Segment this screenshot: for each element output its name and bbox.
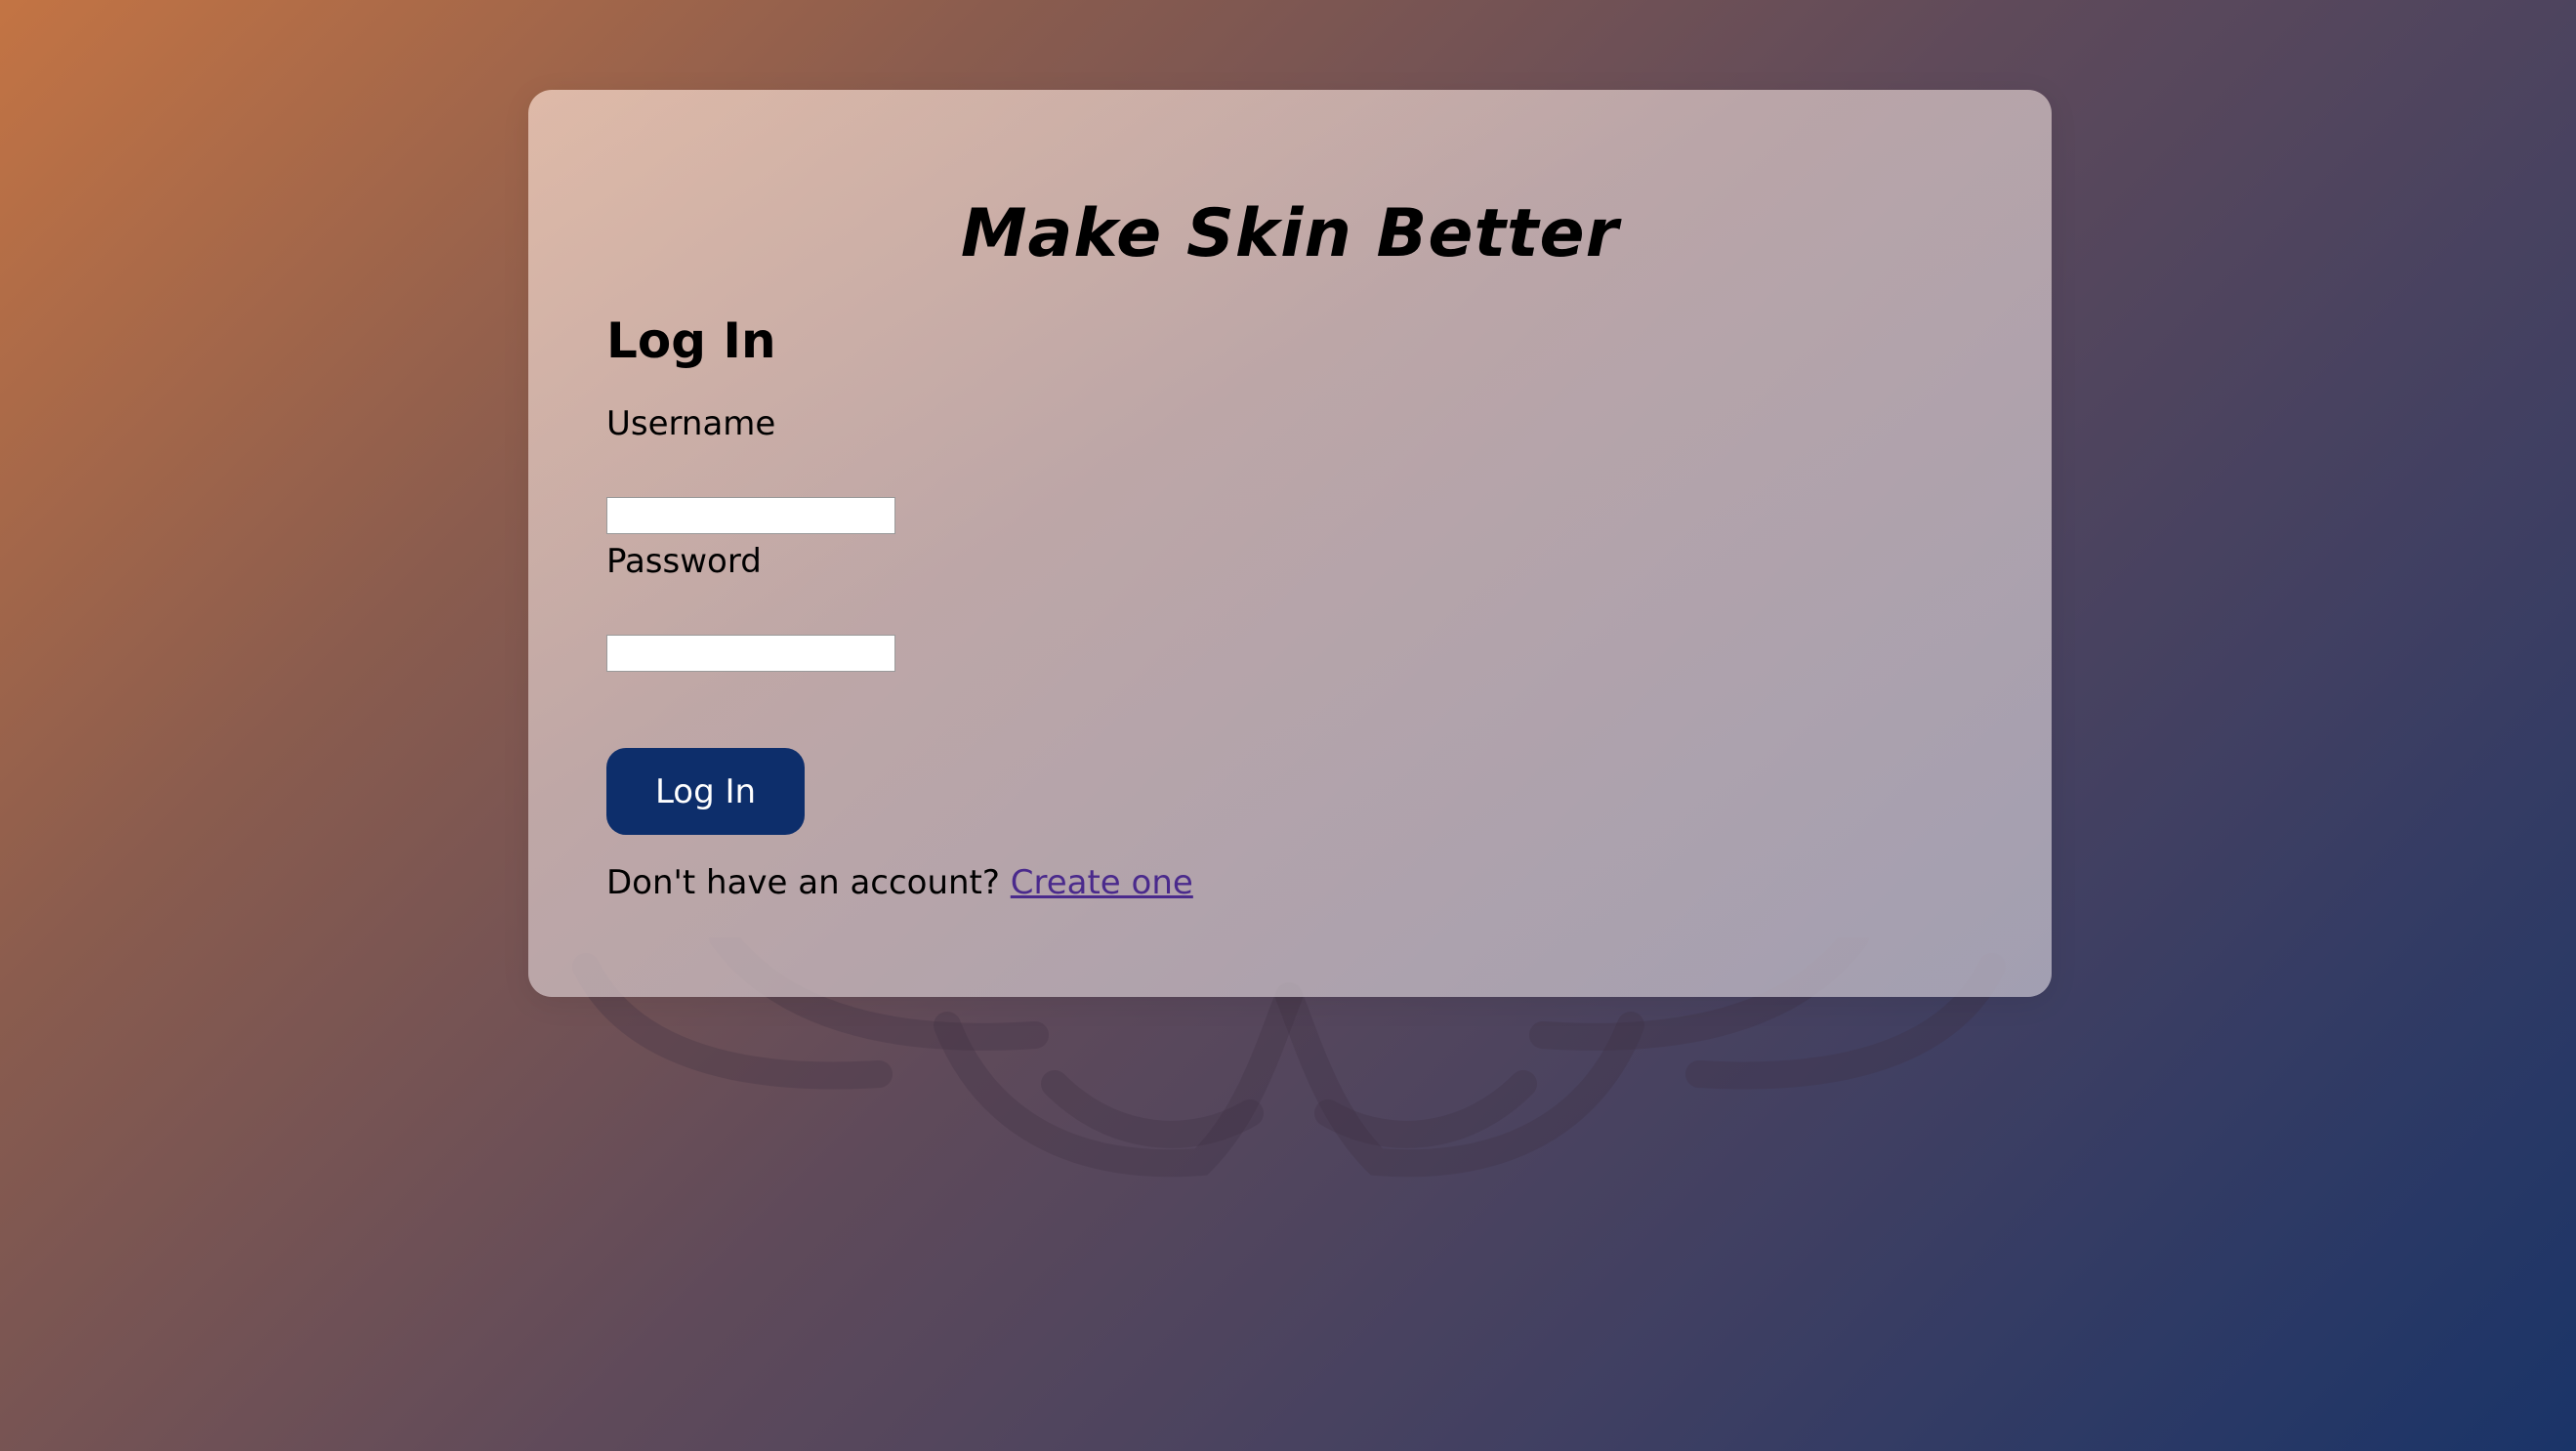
login-heading: Log In bbox=[606, 312, 776, 369]
password-input[interactable] bbox=[606, 635, 895, 672]
login-card: Make Skin Better Log In Username Passwor… bbox=[528, 90, 2052, 997]
password-label: Password bbox=[606, 542, 762, 581]
site-title: Make Skin Better bbox=[960, 195, 1620, 272]
signup-prompt: Don't have an account? Create one bbox=[606, 863, 1193, 902]
create-account-link[interactable]: Create one bbox=[1011, 863, 1193, 902]
signup-prompt-text: Don't have an account? bbox=[606, 863, 1000, 902]
username-input[interactable] bbox=[606, 497, 895, 534]
username-label: Username bbox=[606, 404, 776, 443]
login-button[interactable]: Log In bbox=[606, 748, 805, 835]
